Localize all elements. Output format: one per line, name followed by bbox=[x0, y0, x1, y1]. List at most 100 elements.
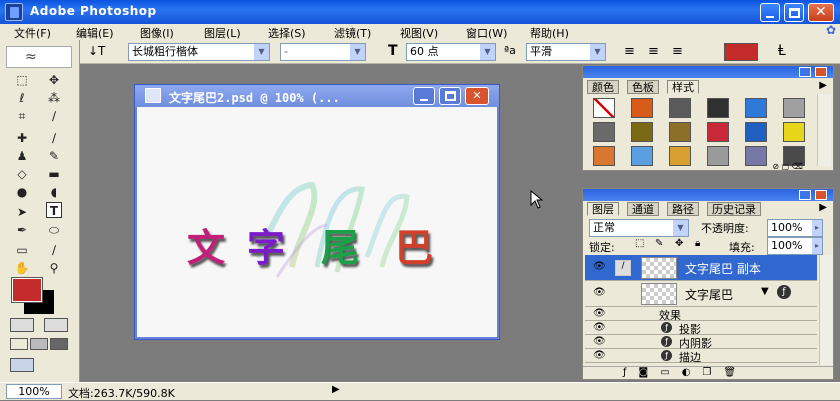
screen-mode-standard-icon[interactable] bbox=[10, 338, 28, 350]
menu-edit[interactable]: 编辑(E) bbox=[76, 25, 114, 41]
layers-scrollbar[interactable] bbox=[819, 255, 833, 365]
lock-image-icon[interactable]: ✎ bbox=[655, 238, 663, 249]
text-orientation-icon[interactable]: ↓T bbox=[88, 44, 105, 58]
new-set-icon[interactable]: ▭ bbox=[660, 367, 681, 378]
screen-mode-full-icon[interactable] bbox=[30, 338, 48, 350]
maximize-button[interactable] bbox=[784, 3, 804, 22]
trash-icon[interactable]: 🗑︎ bbox=[723, 367, 748, 378]
menu-filter[interactable]: 滤镜(T) bbox=[334, 25, 371, 41]
canvas[interactable]: 文 字 尾 巴 bbox=[137, 107, 497, 337]
effect-drop-shadow[interactable]: 👁︎ ƒ 投影 bbox=[585, 321, 817, 336]
style-swatch[interactable] bbox=[593, 122, 615, 142]
tab-paths[interactable]: 路径 bbox=[667, 202, 699, 216]
panel-close-button[interactable] bbox=[815, 67, 827, 77]
eye-icon[interactable]: 👁︎ bbox=[593, 261, 606, 272]
history-brush-icon[interactable]: ✎ bbox=[46, 148, 62, 164]
tab-history[interactable]: 历史记录 bbox=[707, 202, 761, 216]
blend-mode-select[interactable]: 正常 ▼ bbox=[589, 219, 689, 237]
adjustment-icon[interactable]: ◐ bbox=[682, 367, 703, 378]
crop-tool-icon[interactable]: ⌗ bbox=[14, 108, 30, 124]
style-swatch[interactable] bbox=[745, 98, 767, 118]
photoshop-app-icon[interactable] bbox=[5, 3, 23, 21]
eye-icon[interactable]: 👁︎ bbox=[593, 287, 606, 298]
warp-text-icon[interactable]: Ⱡ bbox=[778, 43, 786, 59]
gradient-tool-icon[interactable]: ▬ bbox=[46, 166, 62, 182]
healing-brush-icon[interactable]: ✚ bbox=[14, 130, 30, 146]
style-swatch[interactable] bbox=[707, 98, 729, 118]
style-swatch[interactable] bbox=[669, 122, 691, 142]
status-menu-arrow-icon[interactable]: ▶ bbox=[332, 384, 340, 395]
style-swatch[interactable] bbox=[745, 122, 767, 142]
effect-stroke[interactable]: 👁︎ ƒ 描边 bbox=[585, 349, 817, 364]
tab-channels[interactable]: 通道 bbox=[627, 202, 659, 216]
fill-field[interactable]: 100% ▸ bbox=[767, 237, 823, 255]
imageready-icon[interactable] bbox=[10, 358, 34, 372]
panel-menu-icon[interactable]: ▶ bbox=[819, 202, 827, 213]
font-family-select[interactable]: 长城粗行楷体 ▼ bbox=[128, 43, 270, 61]
layer-row-copy[interactable]: 👁︎ ∕ 文字尾巴 副本 bbox=[585, 255, 817, 281]
brush-tool-icon[interactable]: ∕ bbox=[46, 130, 62, 146]
shape-tool-icon[interactable]: ⬭ bbox=[46, 222, 62, 238]
doc-minimize-button[interactable] bbox=[413, 87, 435, 105]
panel-minimize-button[interactable] bbox=[799, 67, 811, 77]
doc-maximize-button[interactable] bbox=[439, 87, 461, 105]
type-tool-icon[interactable]: T bbox=[46, 202, 62, 218]
lock-transparent-icon[interactable]: ⬚ bbox=[635, 238, 644, 249]
antialias-select[interactable]: 平滑 ▼ bbox=[526, 43, 606, 61]
styles-scrollbar[interactable] bbox=[817, 94, 831, 166]
panel-minimize-button[interactable] bbox=[799, 190, 811, 200]
eyedropper-icon[interactable]: ∕ bbox=[46, 242, 62, 258]
lock-position-icon[interactable]: ✥ bbox=[675, 238, 683, 249]
style-swatch[interactable] bbox=[707, 122, 729, 142]
menu-window[interactable]: 窗口(W) bbox=[466, 25, 507, 41]
magic-wand-icon[interactable]: ⁂ bbox=[46, 90, 62, 106]
style-swatch[interactable] bbox=[631, 122, 653, 142]
lock-all-icon[interactable]: 🔒︎ bbox=[695, 238, 700, 249]
effect-inner-shadow[interactable]: 👁︎ ƒ 内阴影 bbox=[585, 335, 817, 350]
lasso-tool-icon[interactable]: ℓ bbox=[14, 90, 30, 106]
tab-styles[interactable]: 样式 bbox=[667, 80, 699, 94]
font-size-select[interactable]: 60 点 ▼ bbox=[406, 43, 496, 61]
document-title-bar[interactable]: 文字尾巴2.psd @ 100% (... ✕ bbox=[135, 85, 499, 107]
path-select-icon[interactable]: ➤ bbox=[14, 204, 30, 220]
layers-panel-titlebar[interactable] bbox=[583, 189, 833, 201]
zoom-tool-icon[interactable]: ⚲ bbox=[46, 260, 62, 276]
eye-icon[interactable]: 👁︎ bbox=[593, 322, 606, 333]
panel-menu-icon[interactable]: ▶ bbox=[819, 80, 827, 91]
tab-layers[interactable]: 图层 bbox=[587, 202, 619, 216]
style-swatch[interactable] bbox=[593, 98, 615, 118]
foreground-color-swatch[interactable] bbox=[11, 277, 43, 303]
menu-file[interactable]: 文件(F) bbox=[14, 25, 51, 41]
eye-icon[interactable]: 👁︎ bbox=[593, 308, 606, 319]
hand-tool-icon[interactable]: ✋ bbox=[14, 260, 30, 276]
align-right-icon[interactable]: ≡ bbox=[672, 44, 683, 59]
styles-panel-titlebar[interactable] bbox=[583, 66, 833, 78]
dodge-tool-icon[interactable]: ◖ bbox=[46, 184, 62, 200]
menu-layer[interactable]: 图层(L) bbox=[204, 25, 241, 41]
quick-mask-icon[interactable] bbox=[44, 318, 68, 332]
slice-tool-icon[interactable]: ∕ bbox=[46, 108, 62, 124]
style-swatch[interactable] bbox=[631, 98, 653, 118]
menu-image[interactable]: 图像(I) bbox=[140, 25, 174, 41]
eye-icon[interactable]: 👁︎ bbox=[593, 336, 606, 347]
notes-tool-icon[interactable]: ▭ bbox=[14, 242, 30, 258]
minimize-button[interactable] bbox=[760, 3, 780, 22]
move-tool-icon[interactable]: ✥ bbox=[46, 72, 62, 88]
pen-tool-icon[interactable]: ✒ bbox=[14, 222, 30, 238]
menu-gear-icon[interactable]: ✿ bbox=[826, 23, 836, 37]
close-button[interactable]: ✕ bbox=[808, 3, 834, 22]
menu-select[interactable]: 选择(S) bbox=[268, 25, 306, 41]
zoom-field[interactable]: 100% bbox=[6, 384, 62, 399]
font-style-select[interactable]: - ▼ bbox=[280, 43, 366, 61]
panel-close-button[interactable] bbox=[815, 190, 827, 200]
text-color-swatch[interactable] bbox=[724, 43, 758, 61]
new-layer-icon[interactable]: ❐ bbox=[702, 367, 723, 378]
feather-logo[interactable]: ≈ bbox=[6, 46, 72, 68]
add-mask-icon[interactable]: ◙ bbox=[639, 367, 661, 378]
layer-row-original[interactable]: 👁︎ 文字尾巴 ▼ ƒ bbox=[585, 281, 817, 307]
align-center-icon[interactable]: ≡ bbox=[648, 44, 659, 59]
align-left-icon[interactable]: ≡ bbox=[624, 44, 635, 59]
standard-mode-icon[interactable] bbox=[10, 318, 34, 332]
style-swatch[interactable] bbox=[669, 98, 691, 118]
blur-tool-icon[interactable]: ● bbox=[14, 184, 30, 200]
